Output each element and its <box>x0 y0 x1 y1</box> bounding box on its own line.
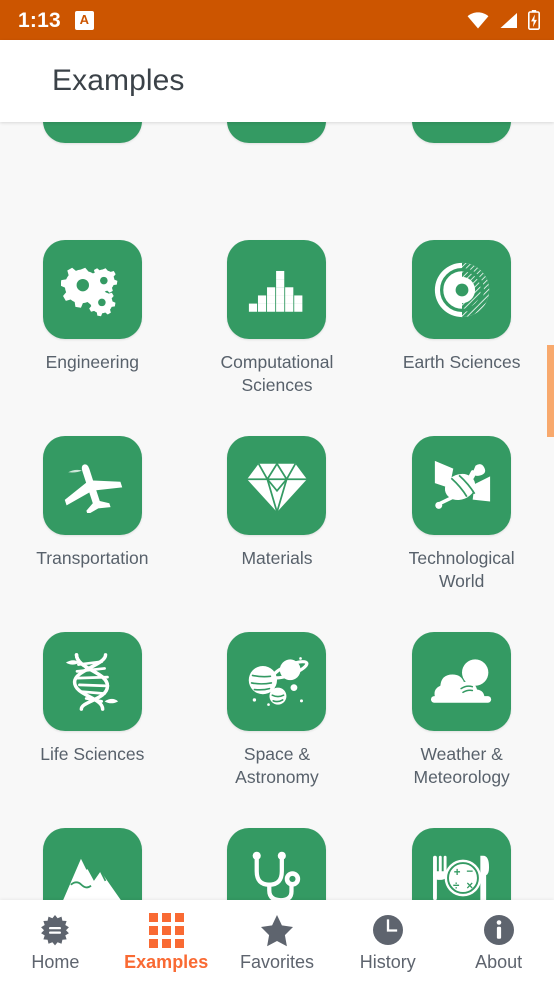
wifi-icon <box>467 11 489 28</box>
svg-text:+: + <box>453 867 460 879</box>
bar-steps-icon <box>248 270 303 312</box>
grid-item-label: Weather & Meteorology <box>413 744 510 787</box>
grid-item[interactable] <box>369 122 554 213</box>
nav-item-examples[interactable]: Examples <box>111 900 222 984</box>
stethoscope-icon <box>252 851 301 900</box>
status-bar-right <box>467 10 540 30</box>
status-bar-left: 1:13 A <box>18 10 94 31</box>
bottom-navigation-bar: Home Examples Favorites History About <box>0 900 554 984</box>
tile-mountains[interactable] <box>42 828 142 900</box>
grid-item-label: Earth Sciences <box>402 352 521 372</box>
grid-item-label: Engineering <box>45 352 140 372</box>
grid-item-label: Technological World <box>408 548 515 591</box>
grid-item-food-nutrition[interactable]: + − ÷ × <box>369 801 554 900</box>
grid-item-stethoscope[interactable] <box>185 801 370 900</box>
tile-weather-meteorology[interactable] <box>412 632 512 731</box>
grid-item-mountains[interactable] <box>0 801 185 900</box>
grid-item[interactable] <box>0 122 185 213</box>
tile-food-nutrition[interactable]: + − ÷ × <box>412 828 512 900</box>
nav-item-favorites[interactable]: Favorites <box>222 900 333 984</box>
svg-text:÷: ÷ <box>453 880 460 892</box>
tile-materials[interactable] <box>227 436 327 535</box>
mountains-icon <box>63 856 122 900</box>
grid-item-engineering[interactable]: Engineering <box>0 213 185 409</box>
grid-item-label: Life Sciences <box>40 744 145 764</box>
grid-item-label: Space & Astronomy <box>235 744 319 787</box>
nav-label-home: Home <box>31 952 80 972</box>
dna-helix-icon <box>66 652 119 711</box>
clock-icon <box>372 913 404 947</box>
examples-grid: Engineering Computational Sciences Earth… <box>0 122 554 900</box>
star-icon <box>260 913 294 947</box>
tile-computational-sciences[interactable] <box>227 240 327 339</box>
page-title: Examples <box>52 64 185 97</box>
grid-item-label: Materials <box>241 548 313 568</box>
grid-item-transportation[interactable]: Transportation <box>0 409 185 605</box>
planets-icon <box>248 656 309 706</box>
earth-core-icon <box>434 262 489 317</box>
vertical-scrollbar-thumb[interactable] <box>547 345 554 437</box>
grid-3x3-icon <box>148 912 184 948</box>
nav-label-examples: Examples <box>124 952 209 972</box>
svg-text:−: − <box>466 866 473 878</box>
app-header: Examples <box>0 40 554 122</box>
satellite-icon <box>434 460 490 509</box>
nav-label-about: About <box>475 952 523 972</box>
grid-item-earth-sciences[interactable]: Earth Sciences <box>369 213 554 409</box>
tile-transportation[interactable] <box>42 436 142 535</box>
grid-item-life-sciences[interactable]: Life Sciences <box>0 605 185 801</box>
grid-item-computational-sciences[interactable]: Computational Sciences <box>185 213 370 409</box>
nav-item-about[interactable]: About <box>443 900 554 984</box>
tile-life-sciences[interactable] <box>42 632 142 731</box>
airplane-icon <box>65 463 123 513</box>
food-nutrition-icon: + − ÷ × <box>432 855 489 900</box>
nav-label-history: History <box>359 952 416 972</box>
tile-space-astronomy[interactable] <box>227 632 327 731</box>
partial-tile-top-left[interactable] <box>42 122 142 143</box>
partial-tile-top-right[interactable] <box>412 122 512 143</box>
grid-item-space-astronomy[interactable]: Space & Astronomy <box>185 605 370 801</box>
cellular-signal-icon <box>500 12 517 28</box>
grid-item-materials[interactable]: Materials <box>185 409 370 605</box>
partial-tile-top-center[interactable] <box>227 122 327 143</box>
examples-grid-scroll-area[interactable]: Engineering Computational Sciences Earth… <box>0 122 554 900</box>
grid-item-label: Transportation <box>36 548 149 568</box>
diamond-icon <box>247 461 307 512</box>
nav-item-history[interactable]: History <box>332 900 443 984</box>
tile-earth-sciences[interactable] <box>412 240 512 339</box>
grid-item-weather-meteorology[interactable]: Weather & Meteorology <box>369 605 554 801</box>
svg-text:×: × <box>466 880 473 892</box>
info-circle-icon <box>483 913 515 947</box>
gears-icon <box>61 267 118 316</box>
alarm-badge-icon: A <box>74 10 94 30</box>
battery-charging-icon <box>528 10 540 30</box>
tile-technological-world[interactable] <box>412 436 512 535</box>
grid-item[interactable] <box>185 122 370 213</box>
status-clock: 1:13 <box>18 8 61 32</box>
grid-item-technological-world[interactable]: Technological World <box>369 409 554 605</box>
nav-item-home[interactable]: Home <box>0 900 111 984</box>
burst-badge-icon <box>39 913 71 947</box>
sun-cloud-icon <box>430 658 491 703</box>
grid-item-label: Computational Sciences <box>220 352 334 395</box>
tile-engineering[interactable] <box>42 240 142 339</box>
nav-label-favorites: Favorites <box>239 952 314 972</box>
tile-health[interactable] <box>227 828 327 900</box>
status-bar: 1:13 A <box>0 0 554 40</box>
